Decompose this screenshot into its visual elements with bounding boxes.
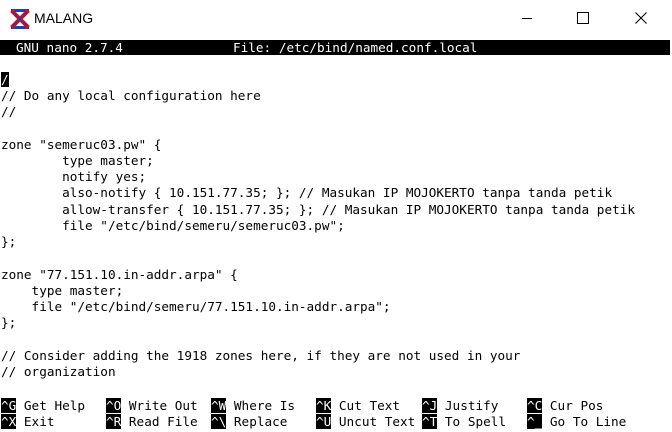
shortcut-label: Get Help (23, 398, 86, 413)
editor-line-9[interactable]: allow-transfer { 10.151.77.35; }; // Mas… (1, 202, 635, 218)
maximize-button[interactable] (560, 0, 606, 36)
shortcut-label: Cur Pos (549, 398, 604, 413)
nano-file-name: File: /etc/bind/named.conf.local (233, 40, 478, 55)
editor-line-6[interactable]: type master; (1, 153, 154, 169)
editor-line-16[interactable]: }; (1, 315, 16, 331)
editor-line-10[interactable]: file "/etc/bind/semeru/semeruc03.pw"; (1, 218, 345, 234)
shortcut-key: ^W (211, 398, 227, 413)
shortcut-key: ^T (422, 414, 438, 429)
window-title: MALANG (34, 10, 94, 26)
terminal-area[interactable]: GNU nano 2.7.4 File: /etc/bind/named.con… (0, 36, 672, 432)
editor-line-18[interactable]: // Consider adding the 1918 zones here, … (1, 348, 520, 364)
shortcut-label: Cut Text (338, 398, 401, 413)
editor-line-5[interactable]: zone "semeruc03.pw" { (1, 137, 161, 153)
shortcut-read-file[interactable]: ^R Read File (106, 414, 198, 430)
shortcut-label: Justify (444, 398, 499, 413)
editor-line-8[interactable]: also-notify { 10.151.77.35; }; // Masuka… (1, 185, 612, 201)
close-icon (635, 12, 647, 24)
shortcut-to-spell[interactable]: ^T To Spell (422, 414, 506, 430)
shortcut-go-to-line[interactable]: ^_ Go To Line (527, 414, 626, 430)
close-button[interactable] (618, 0, 664, 36)
shortcut-key: ^X (1, 414, 17, 429)
minimize-button[interactable] (504, 0, 550, 36)
editor-line-14[interactable]: type master; (1, 283, 124, 299)
shortcut-uncut-text[interactable]: ^U Uncut Text (316, 414, 415, 430)
shortcut-exit[interactable]: ^X Exit (1, 414, 54, 430)
shortcut-key: ^U (316, 414, 332, 429)
shortcut-cut-text[interactable]: ^K Cut Text (316, 398, 400, 414)
shortcut-get-help[interactable]: ^G Get Help (1, 398, 85, 414)
shortcut-label: To Spell (444, 414, 507, 429)
nano-header-bar: GNU nano 2.7.4 File: /etc/bind/named.con… (0, 40, 670, 55)
editor-line-13[interactable]: zone "77.151.10.in-addr.arpa" { (1, 267, 238, 283)
editor-line-19[interactable]: // organization (1, 364, 116, 380)
editor-line-1[interactable]: / (1, 72, 9, 88)
nano-version: GNU nano 2.7.4 (16, 40, 123, 55)
shortcut-label: Uncut Text (338, 414, 416, 429)
editor-line-7[interactable]: notify yes; (1, 169, 146, 185)
editor-line-3[interactable]: // (1, 104, 16, 120)
shortcut-label: Go To Line (549, 414, 627, 429)
shortcut-cur-pos[interactable]: ^C Cur Pos (527, 398, 603, 414)
shortcut-justify[interactable]: ^J Justify (422, 398, 498, 414)
editor-line-15[interactable]: file "/etc/bind/semeru/77.151.10.in-addr… (1, 299, 391, 315)
shortcut-where-is[interactable]: ^W Where Is (211, 398, 295, 414)
shortcut-label: Where Is (233, 398, 296, 413)
shortcut-replace[interactable]: ^\ Replace (211, 414, 287, 430)
shortcut-key: ^C (527, 398, 543, 413)
shortcut-label: Exit (23, 414, 55, 429)
shortcut-label: Read File (128, 414, 198, 429)
shortcut-key: ^J (422, 398, 438, 413)
shortcut-key: ^K (316, 398, 332, 413)
text-cursor: / (1, 72, 9, 87)
shortcut-key: ^R (106, 414, 122, 429)
minimize-icon (522, 18, 532, 19)
putty-x-icon (10, 9, 30, 29)
shortcut-key: ^G (1, 398, 17, 413)
shortcut-write-out[interactable]: ^O Write Out (106, 398, 198, 414)
shortcut-label: Write Out (128, 398, 198, 413)
shortcut-key: ^\ (211, 414, 227, 429)
shortcut-key: ^_ (527, 414, 543, 429)
window-titlebar: MALANG (0, 0, 672, 36)
shortcut-label: Replace (233, 414, 288, 429)
editor-line-2[interactable]: // Do any local configuration here (1, 88, 261, 104)
shortcut-key: ^O (106, 398, 122, 413)
editor-line-11[interactable]: }; (1, 234, 16, 250)
maximize-icon (577, 12, 589, 24)
